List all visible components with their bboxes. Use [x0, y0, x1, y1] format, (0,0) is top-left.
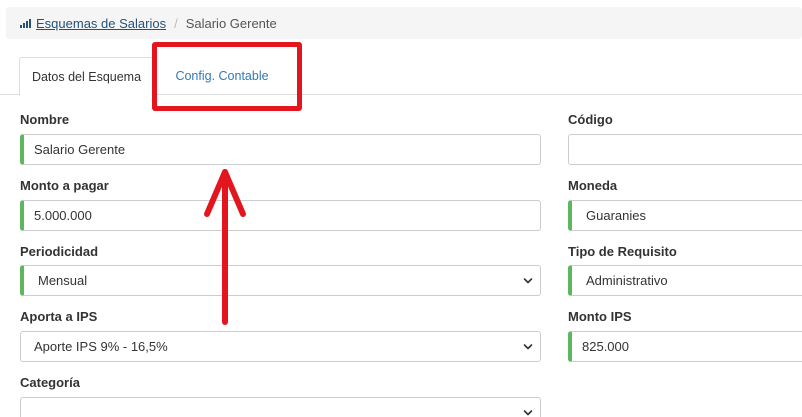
chevron-down-icon [523, 410, 533, 416]
monto-ips-value: 825.000 [582, 339, 629, 354]
signal-bars-icon [20, 18, 31, 28]
chevron-down-icon [523, 278, 533, 284]
breadcrumb-current: Salario Gerente [185, 15, 277, 31]
periodicidad-value: Mensual [38, 273, 88, 288]
tipo-requisito-label: Tipo de Requisito [568, 244, 677, 259]
aporta-ips-select[interactable]: Aporte IPS 9% - 16,5% [20, 331, 541, 362]
monto-pagar-value: 5.000.000 [34, 208, 92, 223]
categoria-label: Categoría [20, 375, 80, 390]
periodicidad-select[interactable]: Mensual [20, 265, 541, 296]
codigo-label: Código [568, 112, 613, 127]
moneda-select[interactable]: Guaranies [568, 200, 802, 231]
nombre-input[interactable]: Salario Gerente [20, 134, 541, 165]
aporta-ips-value: Aporte IPS 9% - 16,5% [34, 339, 168, 354]
moneda-label: Moneda [568, 178, 618, 193]
nombre-value: Salario Gerente [34, 142, 126, 157]
breadcrumb-separator: / [174, 15, 178, 31]
monto-pagar-input[interactable]: 5.000.000 [20, 200, 541, 231]
annotation-highlight-box [152, 42, 302, 111]
moneda-value: Guaranies [586, 208, 646, 223]
tipo-requisito-select[interactable]: Administrativo [568, 265, 802, 296]
codigo-input[interactable] [568, 134, 802, 165]
breadcrumb-parent-label: Esquemas de Salarios [36, 15, 167, 31]
annotation-arrow-icon [204, 169, 246, 325]
chevron-down-icon [523, 344, 533, 350]
periodicidad-label: Periodicidad [20, 244, 99, 259]
nombre-label: Nombre [20, 112, 70, 127]
breadcrumb-link-esquemas[interactable]: Esquemas de Salarios [20, 16, 166, 31]
tipo-requisito-value: Administrativo [586, 273, 668, 288]
monto-ips-input[interactable]: 825.000 [568, 331, 802, 362]
aporta-ips-label: Aporta a IPS [20, 309, 98, 324]
categoria-select[interactable] [20, 397, 541, 417]
tab-datos-del-esquema[interactable]: Datos del Esquema [19, 57, 154, 96]
monto-pagar-label: Monto a pagar [20, 178, 109, 193]
monto-ips-label: Monto IPS [568, 309, 632, 324]
tab-bar: Datos del Esquema Config. Contable [0, 57, 802, 96]
breadcrumb: Esquemas de Salarios / Salario Gerente [6, 7, 802, 39]
